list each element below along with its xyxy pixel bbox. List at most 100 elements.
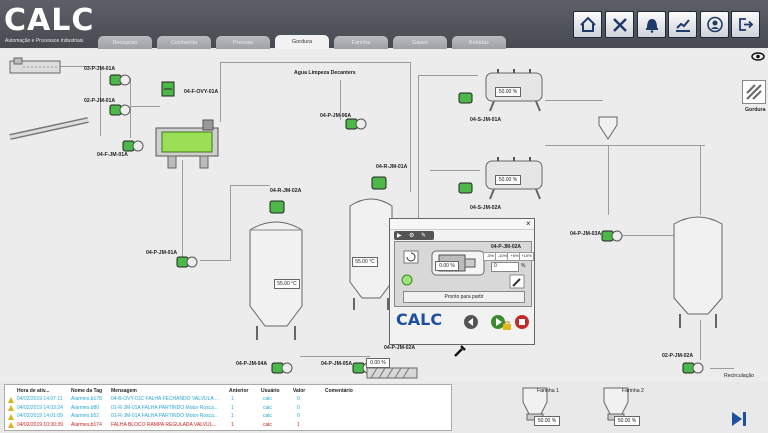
tab-gordura[interactable]: Gordura: [275, 35, 329, 49]
alarm-cell-user[interactable]: calc: [263, 413, 272, 419]
tab-farinha[interactable]: Farinha: [334, 36, 388, 49]
label-04-r-jm-01a: 04-R-JM-01A: [376, 164, 408, 170]
col-comentario: Comentário: [325, 388, 353, 394]
alarm-bell-button[interactable]: [637, 11, 666, 38]
alarm-cell-msg[interactable]: 01-R-JM-01A FALHA PARTINDO Motor Rosca..…: [111, 405, 218, 411]
silo-2-label: Farinha 2: [622, 388, 644, 394]
tab-cozimento[interactable]: Cozimento: [157, 36, 211, 49]
label-04-p-jm-01a: 04-P-JM-01A: [146, 250, 178, 256]
valve-04-f-ovy-01a[interactable]: [160, 80, 176, 100]
alarm-cell-val[interactable]: 1: [297, 422, 300, 428]
cyclone-hopper: [598, 116, 618, 140]
feeder-conveyor-top: [9, 57, 61, 74]
lock-icon: [503, 321, 511, 330]
back-button[interactable]: [463, 314, 479, 330]
screw-conveyor[interactable]: [365, 366, 420, 380]
status-text: Pronto para partir: [403, 291, 525, 303]
pump-faceplate-popup: × ▶ ⚙ ✎ 04-P-JM-02A 0.00 % -5% -10% +5% …: [389, 218, 535, 345]
water-label: Agua Limpeza Decanters: [294, 70, 356, 76]
alarm-cell-msg[interactable]: 01-R-JM-01A FALHA PARTINDO Motor Rosca..…: [111, 413, 218, 419]
pump-04-p-jm-04a[interactable]: [271, 360, 293, 376]
stop-button[interactable]: [514, 314, 530, 330]
popup-close[interactable]: ×: [526, 219, 531, 228]
label-04-f-ovy-01a: 04-F-OVY-01A: [184, 89, 219, 95]
setpoint-input[interactable]: 0: [491, 262, 519, 272]
alarm-cell-tag[interactable]: Alarmes.b174: [71, 422, 102, 428]
label-04-s-jm-01a: 04-S-JM-01A: [470, 117, 502, 123]
popup-panel: 04-P-JM-02A 0.00 % -5% -10% +5% +10% 0 %…: [394, 241, 534, 307]
alarm-cell-time[interactable]: 04/02/2019 14:01:09: [17, 413, 63, 419]
label-04-f-jm-01a: 04-F-JM-01A: [97, 152, 128, 158]
decanter-04[interactable]: [148, 118, 228, 174]
tank-right[interactable]: [672, 210, 724, 330]
pump-02-p-jm-02a[interactable]: [682, 360, 704, 376]
label-02-p-jm-02a: 02-P-JM-02A: [662, 353, 694, 359]
alarm-cell-time[interactable]: 04/02/2019 10:30:39: [17, 422, 63, 428]
alarm-cell-val[interactable]: 0: [297, 405, 300, 411]
tank-04-r-jm-01a[interactable]: [348, 192, 394, 312]
alarm-cell-prev[interactable]: 1: [231, 413, 234, 419]
next-page-icon[interactable]: [730, 410, 748, 428]
edit-icon[interactable]: ✎: [421, 232, 426, 239]
motor-04-s-jm-02a[interactable]: [458, 180, 480, 196]
popup-value: 0.00 %: [435, 261, 459, 271]
label-02-p-jm-01a: 02-P-JM-01A: [84, 98, 116, 104]
alarm-cell-msg[interactable]: 04-B-OVY-01C FALHA FECHANDO VALVULA ...: [111, 396, 219, 402]
feeder-conveyor-bottom: [9, 117, 89, 140]
screw-value: 0.00 %: [366, 358, 390, 368]
motor-04-s-jm-01a[interactable]: [458, 90, 480, 106]
side-label: Gordura: [745, 107, 766, 113]
eye-icon[interactable]: [751, 52, 765, 61]
home-button[interactable]: [573, 11, 602, 38]
play-mode-icon[interactable]: ▶: [397, 232, 402, 239]
user-button[interactable]: [700, 11, 729, 38]
alarm-cell-tag[interactable]: Alarmes.b80: [71, 405, 99, 411]
tab-recepcao[interactable]: Recepcao: [98, 36, 152, 49]
col-mensagem: Mensagem: [111, 388, 137, 394]
alarm-cell-prev[interactable]: 1: [231, 405, 234, 411]
tank-04-r-jm-02a[interactable]: [247, 214, 305, 342]
chart-icon: [675, 19, 690, 32]
alarm-cell-prev[interactable]: 1: [231, 422, 234, 428]
agitator-motor-r01[interactable]: [369, 176, 391, 192]
pump-04-p-jm-01a[interactable]: [176, 254, 198, 270]
tab-gases[interactable]: Gases: [393, 36, 447, 49]
label-03-p-jm-01a: 03-P-JM-01A: [84, 66, 116, 72]
gordura-side-button[interactable]: [742, 80, 766, 104]
pump-04-p-jm-03a[interactable]: [601, 228, 623, 244]
alarm-table: Hora de ativ... Nome da Tag Mensagem Ant…: [4, 384, 452, 431]
alarm-cell-msg[interactable]: FALHA BLOCO RAMPA REGULADA VALVUL...: [111, 422, 217, 428]
alarm-cell-user[interactable]: calc: [263, 396, 272, 402]
alarm-cell-user[interactable]: calc: [263, 405, 272, 411]
alarm-cell-time[interactable]: 04/02/2019 14:03:24: [17, 405, 63, 411]
label-04-p-jm-04a: 04-P-JM-04A: [236, 361, 268, 367]
tools-button[interactable]: [605, 11, 634, 38]
alarm-cell-prev[interactable]: 1: [231, 396, 234, 402]
maintenance-wrench-icon[interactable]: [509, 274, 525, 289]
warning-icon: [8, 396, 14, 403]
wrench-icon[interactable]: [453, 344, 467, 358]
warning-icon: [8, 405, 14, 411]
step-plus-10[interactable]: +10%: [519, 252, 534, 261]
logout-button[interactable]: [731, 11, 760, 38]
alarm-cell-tag[interactable]: Alarmes.b178: [71, 396, 102, 402]
logout-icon: [738, 18, 753, 31]
alarm-cell-val[interactable]: 0: [297, 413, 300, 419]
popup-title: 04-P-JM-02A: [491, 244, 522, 250]
refresh-icon[interactable]: [403, 250, 419, 264]
settings-icon[interactable]: ⚙: [409, 232, 414, 239]
label-04-r-jm-02a: 04-R-JM-02A: [270, 188, 302, 194]
pipes-icon: [746, 84, 762, 100]
alarm-cell-user[interactable]: calc: [263, 422, 272, 428]
user-icon: [706, 16, 723, 33]
alarm-cell-val[interactable]: 0: [297, 396, 300, 402]
brand-logo: CALC: [4, 3, 95, 38]
pump-04-p-jm-06a[interactable]: [345, 116, 367, 132]
pump-03-p-jm-01a[interactable]: [109, 72, 131, 88]
alarm-cell-time[interactable]: 04/02/2019 14:07:11: [17, 396, 63, 402]
alarm-cell-tag[interactable]: Alarmes.b52: [71, 413, 99, 419]
tab-bebidas[interactable]: Bebidas: [452, 36, 506, 49]
pump-02-p-jm-01a[interactable]: [109, 102, 131, 118]
trend-chart-button[interactable]: [668, 11, 697, 38]
tab-prensas[interactable]: Prensas: [216, 36, 270, 49]
